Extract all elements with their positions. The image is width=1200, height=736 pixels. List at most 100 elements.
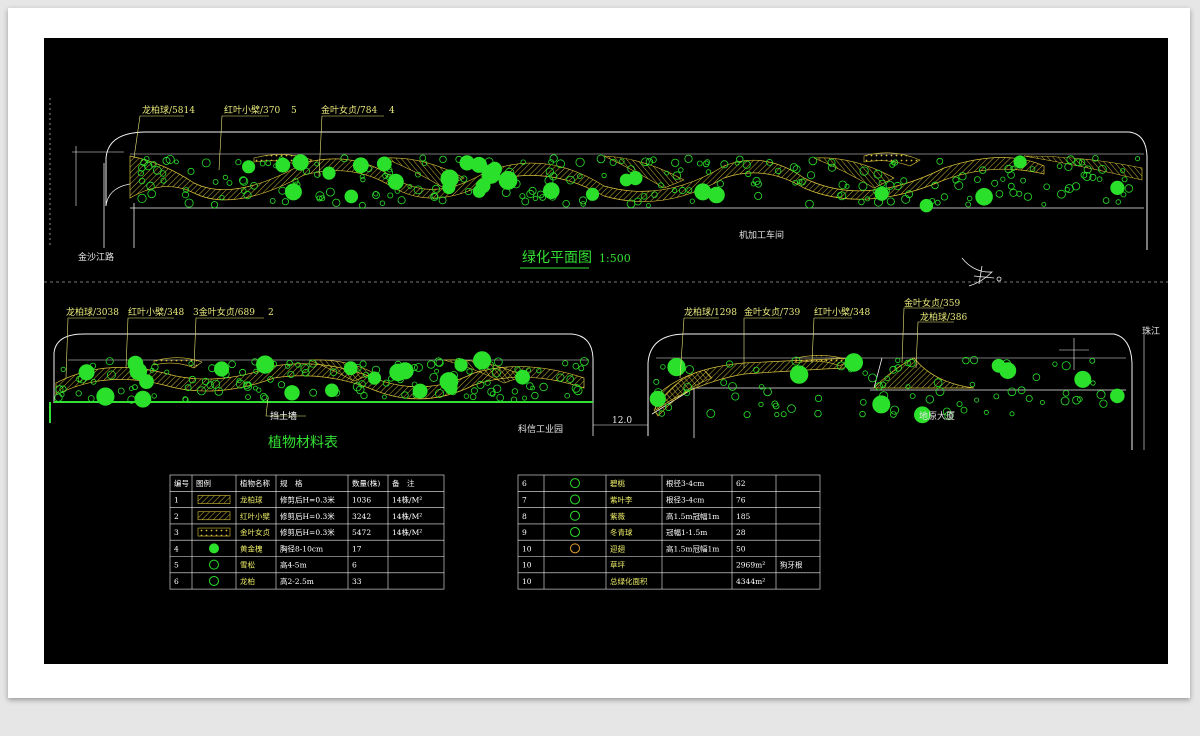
shrub-symbol-icon (754, 191, 763, 200)
shrub-symbol-icon (501, 188, 511, 198)
shrub-symbol-icon (1090, 380, 1096, 386)
shrub-symbol-icon (940, 193, 949, 201)
table-header-cell: 编号 (174, 478, 189, 488)
shrub-symbol-icon (434, 368, 440, 374)
tree-symbol-icon (874, 186, 889, 201)
shrub-symbol-icon (772, 402, 780, 410)
cad-drawing-canvas: 龙柏球/5814 红叶小檗/370 5 金叶女贞/784 4 金沙江路 机加工车… (44, 38, 1168, 664)
table-cell: 冠幅1-1.5m (666, 527, 707, 537)
tree-symbol-icon (515, 369, 531, 385)
callout-hongyexiaobo-br: 红叶小檗/348 (814, 306, 870, 318)
shrub-symbol-icon (890, 405, 900, 415)
shrub-symbol-icon (87, 395, 95, 402)
callout-jinyenvzhen-bl: 3金叶女贞/689 (193, 306, 255, 318)
tree-symbol-icon (256, 355, 275, 374)
callout-longbaiqiu-br2: 龙柏球/386 (920, 311, 967, 323)
shrub-symbol-icon (858, 181, 868, 191)
shrub-symbol-icon (967, 195, 973, 202)
table-cell: 5 (174, 561, 179, 570)
shrub-symbol-icon (814, 409, 822, 418)
tree-symbol-icon (975, 188, 993, 206)
shrub-symbol-icon (522, 395, 528, 401)
shrub-symbol-icon (439, 155, 447, 164)
shrub-symbol-icon (696, 160, 703, 167)
table-cell: 龙柏球 (240, 494, 263, 504)
plant-table-title: 植物材料表 (268, 435, 338, 451)
table-cell: 总绿化面积 (610, 576, 648, 586)
tree-symbol-icon (1013, 155, 1027, 169)
shrub-symbol-icon (993, 393, 1000, 400)
tree-symbol-icon (585, 187, 600, 201)
shrub-symbol-icon (1039, 399, 1045, 405)
table-cell: 3242 (352, 512, 371, 521)
tree-symbol-icon (412, 383, 428, 399)
shrub-symbol-icon (983, 409, 989, 415)
table-header-cell: 图例 (196, 478, 211, 488)
shrub-symbol-icon (596, 154, 606, 164)
legend-swatch-icon (197, 495, 231, 504)
tree-symbol-icon (324, 383, 339, 398)
tree-symbol-icon (542, 182, 560, 200)
road-label-jinshajiang: 金沙江路 (78, 251, 114, 263)
shrub-symbol-icon (787, 404, 796, 413)
shrub-symbol-icon (105, 357, 114, 366)
shrub-symbol-icon (900, 177, 908, 185)
callout-longbaiqiu-top: 龙柏球/5814 (142, 104, 195, 116)
tree-symbol-icon (396, 362, 414, 380)
shrub-symbol-icon (212, 178, 219, 185)
shrub-symbol-icon (562, 199, 570, 208)
shrub-symbol-icon (387, 192, 394, 199)
shrub-symbol-icon (1016, 190, 1023, 197)
shrub-symbol-icon (805, 199, 814, 209)
tree-symbol-icon (275, 157, 291, 173)
shrub-symbol-icon (685, 365, 694, 374)
shrub-symbol-icon (956, 401, 963, 408)
building-label-machining: 机加工车间 (739, 229, 784, 241)
shrub-symbol-icon (564, 392, 570, 399)
shrub-symbol-icon (265, 160, 272, 167)
table-cell: 碧桃 (610, 478, 625, 488)
shrub-symbol-icon (325, 187, 335, 197)
shrub-symbol-icon (991, 179, 999, 187)
tree-symbol-icon (344, 189, 359, 204)
shrub-symbol-icon (1009, 188, 1018, 197)
tree-symbol-icon (242, 160, 256, 174)
shrub-symbol-icon (974, 176, 981, 184)
shrub-symbol-icon (539, 382, 548, 392)
shrub-symbol-icon (359, 360, 367, 368)
legend-plant-icon (570, 543, 580, 554)
shrub-symbol-icon (226, 179, 233, 186)
table-cell: 4 (174, 544, 179, 553)
shrub-symbol-icon (731, 392, 740, 401)
shrub-symbol-icon (239, 368, 247, 376)
shrub-symbol-icon (151, 393, 157, 399)
table-cell: 龙柏 (240, 576, 255, 586)
tree-symbol-icon (322, 166, 336, 180)
shrub-symbol-icon (228, 360, 236, 369)
shrub-symbol-icon (960, 406, 968, 414)
shrub-symbol-icon (381, 394, 387, 400)
table-cell: 14株/M² (392, 511, 422, 521)
shrub-symbol-icon (1080, 171, 1088, 179)
top-planting-strip (49, 98, 1148, 250)
callout-jinyenvzhen-br: 金叶女贞/739 (744, 306, 800, 318)
tree-symbol-icon (667, 357, 686, 377)
tree-symbol-icon (649, 390, 666, 407)
shrub-symbol-icon (463, 393, 470, 399)
tree-symbol-icon (134, 390, 152, 408)
shrub-symbol-icon (60, 366, 66, 372)
shrub-symbol-icon (909, 393, 916, 400)
shrub-symbol-icon (650, 156, 657, 163)
shrub-symbol-icon (496, 393, 505, 402)
shrub-symbol-icon (758, 401, 764, 407)
table-cell: 76 (736, 495, 746, 504)
shrub-symbol-icon (1023, 192, 1033, 201)
callout-hongyexiaobo-top: 红叶小檗/370 (224, 104, 280, 116)
shrub-symbol-icon (173, 159, 179, 165)
shrub-symbol-icon (1032, 373, 1041, 382)
shrub-symbol-icon (807, 171, 816, 180)
shrub-symbol-icon (532, 195, 538, 201)
shrub-symbol-icon (1096, 176, 1103, 183)
shrub-symbol-icon (1089, 357, 1096, 364)
tree-symbol-icon (1110, 388, 1125, 404)
